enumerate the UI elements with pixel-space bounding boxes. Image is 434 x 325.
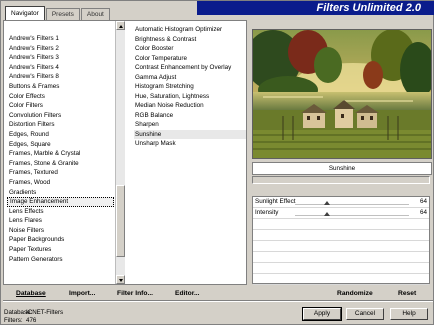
category-item[interactable]: Andrew's Filters 1: [7, 34, 114, 44]
category-item[interactable]: Andrew's Filters 2: [7, 44, 114, 54]
randomize-button-label: Randomize: [337, 290, 373, 297]
reset-button[interactable]: Reset: [398, 289, 416, 299]
slider-thumb-icon[interactable]: [323, 201, 330, 205]
filter-item[interactable]: Automatic Histogram Optimizer: [134, 25, 246, 35]
parameter-slider-track[interactable]: [295, 212, 409, 216]
parameter-name: Sunlight Effect: [255, 198, 296, 205]
category-item[interactable]: Frames, Marble & Crystal: [7, 149, 114, 159]
parameter-name: Intensity: [255, 209, 279, 216]
filter-item[interactable]: Sharpen: [134, 120, 246, 130]
category-item[interactable]: Noise Filters: [7, 226, 114, 236]
category-item[interactable]: Edges, Square: [7, 140, 114, 150]
filter-item[interactable]: Median Noise Reduction: [134, 101, 246, 111]
parameter-value: 64: [419, 198, 427, 205]
category-item[interactable]: Color Filters: [7, 101, 114, 111]
import-button[interactable]: Import...: [69, 289, 95, 299]
parameter-empty-row: [253, 219, 429, 230]
help-button[interactable]: Help: [390, 308, 428, 320]
reset-button-label: Reset: [398, 290, 417, 297]
preview-image[interactable]: [252, 29, 432, 159]
category-item[interactable]: Distortion Filters: [7, 120, 114, 130]
parameter-row[interactable]: Intensity 64: [253, 208, 429, 219]
progress-bar: [252, 176, 430, 184]
footer-separator: [3, 300, 433, 302]
tab-about[interactable]: About: [80, 8, 110, 20]
filter-item[interactable]: Brightness & Contrast: [134, 35, 246, 45]
tab-presets[interactable]: Presets: [45, 8, 80, 20]
editor-button[interactable]: Editor...: [175, 289, 200, 299]
parameter-empty-row: [253, 274, 429, 285]
app-title: Filters Unlimited 2.0: [316, 2, 421, 14]
filter-name-display: Sunshine: [252, 162, 432, 175]
cancel-button[interactable]: Cancel: [346, 308, 384, 320]
category-item[interactable]: Paper Textures: [7, 245, 114, 255]
parameter-panel: Sunlight Effect 64 Intensity 64: [252, 196, 430, 285]
category-item[interactable]: Frames, Stone & Granite: [7, 159, 114, 169]
parameter-slider-track[interactable]: [295, 201, 409, 205]
editor-button-label: Editor...: [175, 290, 200, 297]
filter-item[interactable]: Unsharp Mask: [134, 139, 246, 149]
category-item[interactable]: Image Enhancement: [7, 197, 114, 207]
landscape-preview-graphic: [253, 30, 431, 158]
category-item[interactable]: Gradients: [7, 188, 114, 198]
apply-button[interactable]: Apply: [302, 307, 342, 321]
scroll-thumb[interactable]: [116, 185, 125, 257]
category-item[interactable]: Pattern Generators: [7, 255, 114, 265]
category-item[interactable]: Lens Flares: [7, 216, 114, 226]
database-button-label: Database: [16, 290, 46, 297]
category-scrollbar[interactable]: [115, 21, 125, 284]
category-item[interactable]: Andrew's Filters 3: [7, 53, 114, 63]
database-status-label: Database:: [4, 309, 33, 316]
title-banner: Filters Unlimited 2.0: [197, 1, 434, 15]
filter-list[interactable]: Automatic Histogram Optimizer Brightness …: [134, 25, 246, 175]
category-item[interactable]: Andrew's Filters 4: [7, 63, 114, 73]
filter-item[interactable]: RGB Balance: [134, 111, 246, 121]
category-item[interactable]: Lens Effects: [7, 207, 114, 217]
parameter-empty-row: [253, 241, 429, 252]
category-item[interactable]: Andrew's Filters 8: [7, 72, 114, 82]
database-button[interactable]: Database: [16, 289, 46, 299]
category-item[interactable]: Frames, Wood: [7, 178, 114, 188]
import-button-label: Import...: [69, 290, 96, 297]
parameter-empty-row: [253, 252, 429, 263]
status-info: Database: ICNET-Filters Filters: 476: [4, 309, 63, 324]
filter-info-button-label: Filter Info...: [117, 290, 154, 297]
filter-item[interactable]: Sunshine: [134, 129, 246, 139]
category-item[interactable]: Convolution Filters: [7, 111, 114, 121]
scroll-up-arrow-icon[interactable]: [116, 21, 125, 30]
category-list[interactable]: Andrew's Filters 1 Andrew's Filters 2 Andr…: [7, 34, 114, 284]
tab-bar: Navigator Presets About: [5, 6, 111, 20]
category-item[interactable]: Color Effects: [7, 92, 114, 102]
category-item[interactable]: Frames, Textured: [7, 168, 114, 178]
parameter-value: 64: [419, 209, 427, 216]
category-item[interactable]: Paper Backgrounds: [7, 235, 114, 245]
slider-thumb-icon[interactable]: [323, 212, 330, 216]
category-item[interactable]: Buttons & Frames: [7, 82, 114, 92]
parameter-empty-row: [253, 263, 429, 274]
filter-item[interactable]: Histogram Stretching: [134, 82, 246, 92]
filter-item[interactable]: Hue, Saturation, Lightness: [134, 92, 246, 102]
scroll-down-arrow-icon[interactable]: [116, 275, 125, 284]
category-item[interactable]: Edges, Round: [7, 130, 114, 140]
filter-item[interactable]: Gamma Adjust: [134, 73, 246, 83]
filter-item[interactable]: Color Temperature: [134, 54, 246, 64]
parameter-empty-row: [253, 230, 429, 241]
tab-navigator[interactable]: Navigator: [5, 6, 45, 20]
filter-info-button[interactable]: Filter Info...: [117, 289, 153, 299]
filters-status-value: 476: [26, 316, 37, 324]
filter-item[interactable]: Contrast Enhancement by Overlay: [134, 63, 246, 73]
filters-status-label: Filters:: [4, 316, 23, 324]
filter-item[interactable]: Color Booster: [134, 44, 246, 54]
filters-unlimited-window: Navigator Presets About Filters Unlimite…: [0, 0, 434, 325]
database-status-value: ICNET-Filters: [26, 309, 64, 316]
parameter-row[interactable]: Sunlight Effect 64: [253, 197, 429, 208]
randomize-button[interactable]: Randomize: [337, 289, 373, 299]
